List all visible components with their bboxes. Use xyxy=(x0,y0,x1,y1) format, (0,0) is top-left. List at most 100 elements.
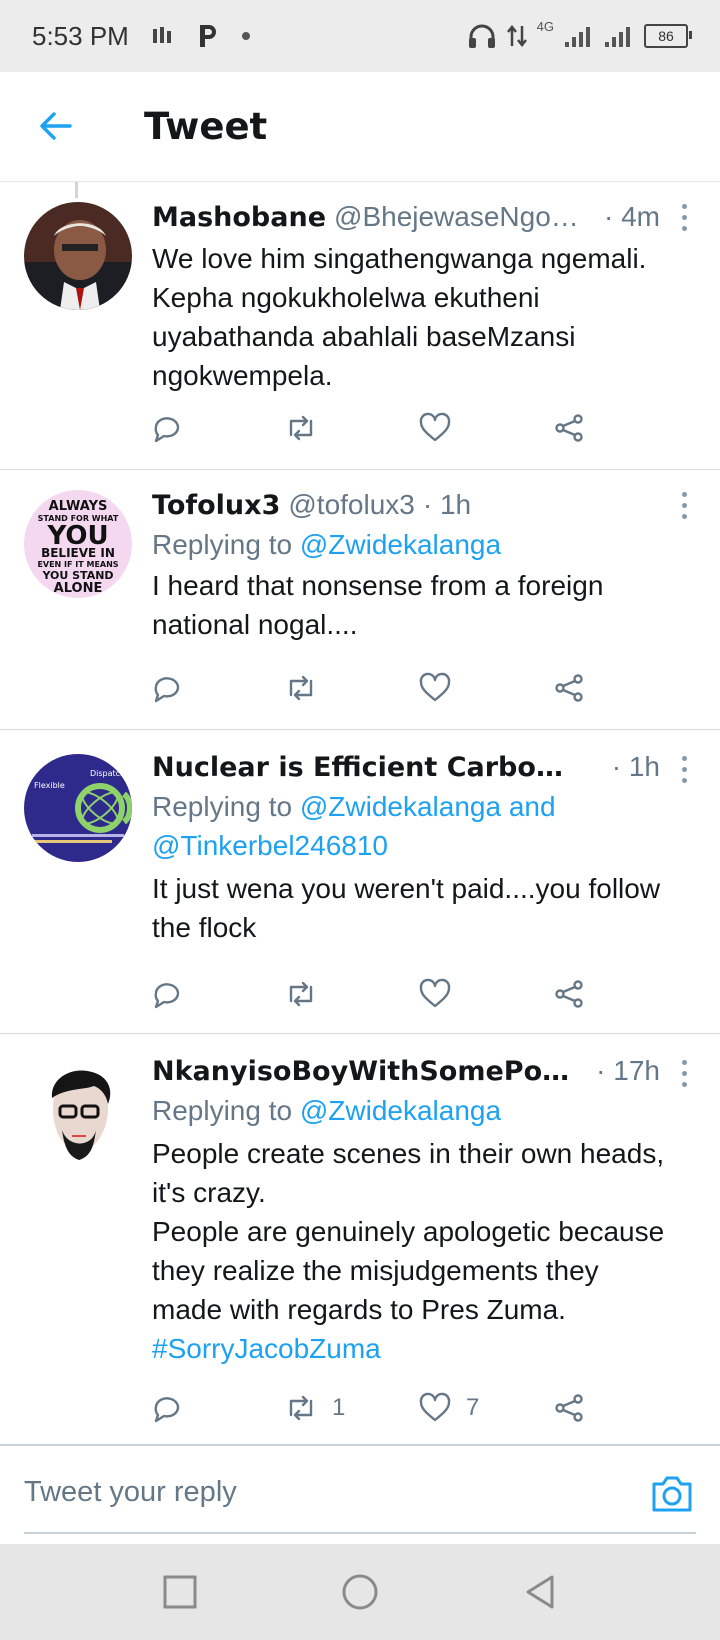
share-icon xyxy=(555,674,583,702)
reply-icon xyxy=(154,983,180,1009)
tweet-item[interactable]: ALWAYS STAND FOR WHAT YOU BELIEVE IN EVE… xyxy=(0,470,720,730)
home-icon[interactable] xyxy=(340,1572,380,1612)
tweet-text-line: uyabathanda abahlali baseMzansi xyxy=(152,321,576,352)
tweet-text-line: Kepha ngokukholelwa ekutheni xyxy=(152,282,540,313)
tweet-time: · 17h xyxy=(596,1055,660,1086)
parking-icon xyxy=(199,25,216,47)
retweet-button[interactable] xyxy=(284,670,332,706)
like-icon xyxy=(419,978,451,1008)
replying-to: Replying to @Zwidekalanga and @Tinkerbel… xyxy=(152,787,696,865)
retweet-button[interactable] xyxy=(284,410,332,446)
tweet-actions xyxy=(150,976,610,1012)
camera-icon[interactable] xyxy=(650,1474,694,1514)
retweet-icon xyxy=(289,1395,313,1421)
like-button[interactable] xyxy=(418,976,466,1012)
author-name[interactable]: Nuclear is Efficient Carbon-fre… xyxy=(152,749,582,787)
network-type: 4G xyxy=(536,18,554,34)
avatar-text: Dispatch xyxy=(90,769,125,778)
avatar-text: ALONE xyxy=(54,581,103,596)
avatar[interactable] xyxy=(24,202,132,310)
more-options-icon[interactable] xyxy=(680,204,688,234)
replying-to-label: Replying to xyxy=(152,791,293,822)
recents-icon[interactable] xyxy=(160,1572,200,1612)
tweet-text: We love him singathengwanga ngemali. Kep… xyxy=(152,239,696,395)
reply-button[interactable] xyxy=(150,1390,184,1426)
like-button[interactable] xyxy=(418,670,466,706)
like-count: 7 xyxy=(466,1394,480,1421)
mention-link[interactable]: @Tinkerbel246810 xyxy=(152,826,696,865)
tweet-text: It just wena you weren't paid....you fol… xyxy=(152,869,696,947)
share-button[interactable] xyxy=(552,670,586,706)
like-icon xyxy=(419,412,451,442)
author-name[interactable]: Mashobane xyxy=(152,199,326,237)
reply-button[interactable] xyxy=(150,976,184,1012)
tweet-actions xyxy=(150,410,610,446)
tweet-actions: 17 xyxy=(150,1390,610,1426)
tweet-text: People create scenes in their own heads,… xyxy=(152,1134,696,1368)
replying-to-label: Replying to xyxy=(152,529,293,560)
retweet-button[interactable]: 1 xyxy=(284,1390,345,1426)
avatar-text: ALWAYS xyxy=(49,499,108,514)
tweet-time: · 1h xyxy=(611,751,660,782)
hashtag-link[interactable]: #SorryJacobZuma xyxy=(152,1329,696,1368)
tweet-text-line: We love him singathengwanga ngemali. xyxy=(152,243,647,274)
tweet-text-line: People are genuinely apologetic because xyxy=(152,1216,665,1247)
tweet-text-line: the flock xyxy=(152,912,257,943)
headphones-icon xyxy=(468,24,495,48)
share-icon xyxy=(555,980,583,1008)
reply-input-placeholder[interactable]: Tweet your reply xyxy=(24,1476,237,1509)
tweet-text-line: People create scenes in their own heads, xyxy=(152,1138,665,1169)
author-name[interactable]: Tofolux3 xyxy=(152,487,280,525)
avatar[interactable] xyxy=(24,1056,132,1164)
mention-link[interactable]: @Zwidekalanga xyxy=(300,1095,501,1126)
tweet-actions xyxy=(150,670,610,706)
back-triangle-icon[interactable] xyxy=(520,1572,560,1612)
author-handle[interactable]: @BhejewaseNgo… xyxy=(334,198,579,236)
tweet-item[interactable]: Mashobane @BhejewaseNgo… · 4m We love hi… xyxy=(0,182,720,470)
more-options-icon[interactable] xyxy=(680,1060,688,1090)
avatar-text: BELIEVE IN xyxy=(41,546,115,560)
retweet-count: 1 xyxy=(332,1394,346,1421)
tweet-text-line: I heard that nonsense from a foreign xyxy=(152,570,604,601)
tweet-text-line: national nogal.... xyxy=(152,609,358,640)
tweet-text-line: ngokwempela. xyxy=(152,360,333,391)
more-options-icon[interactable] xyxy=(680,492,688,522)
tweet-item[interactable]: Flexible Dispatch Nuclear is Efficient C… xyxy=(0,730,720,1034)
mention-link[interactable]: @Zwidekalanga and xyxy=(300,791,556,822)
share-button[interactable] xyxy=(552,1390,586,1426)
page-title: Tweet xyxy=(144,105,268,148)
avatar[interactable]: Flexible Dispatch xyxy=(24,754,132,862)
sim-icon xyxy=(152,27,171,43)
share-icon xyxy=(555,414,583,442)
replying-to: Replying to @Zwidekalanga xyxy=(152,1091,696,1130)
author-handle[interactable]: @tofolux3 xyxy=(288,486,415,524)
tweet-text-line: they realize the misjudgements they xyxy=(152,1255,599,1286)
status-time: 5:53 PM xyxy=(32,20,129,51)
dot-icon xyxy=(241,32,250,40)
like-button[interactable] xyxy=(418,410,466,446)
tweet-text-line: made with regards to Pres Zuma. xyxy=(152,1294,566,1325)
share-button[interactable] xyxy=(552,410,586,446)
mention-link[interactable]: @Zwidekalanga xyxy=(300,529,501,560)
reply-button[interactable] xyxy=(150,670,184,706)
tweet-text: I heard that nonsense from a foreign nat… xyxy=(152,566,696,644)
author-name[interactable]: NkanyisoBoyWithSomePower … xyxy=(152,1053,582,1091)
system-nav-bar xyxy=(0,1544,720,1640)
more-options-icon[interactable] xyxy=(680,756,688,786)
signal-icon xyxy=(565,27,590,47)
signal-2-icon xyxy=(605,27,630,47)
reply-icon xyxy=(154,1397,180,1423)
reply-composer[interactable]: Tweet your reply xyxy=(0,1444,720,1546)
retweet-icon xyxy=(289,981,313,1007)
tweet-time: · 1h xyxy=(422,489,472,520)
avatar[interactable]: ALWAYS STAND FOR WHAT YOU BELIEVE IN EVE… xyxy=(24,490,132,598)
share-button[interactable] xyxy=(552,976,586,1012)
back-arrow-icon[interactable] xyxy=(38,108,74,144)
like-button[interactable]: 7 xyxy=(418,1390,479,1426)
reply-icon xyxy=(154,677,180,703)
reply-button[interactable] xyxy=(150,410,184,446)
tweet-text-line: it's crazy. xyxy=(152,1177,266,1208)
tweet-item[interactable]: NkanyisoBoyWithSomePower … · 17h Replyin… xyxy=(0,1034,720,1444)
top-app-bar: Tweet xyxy=(0,72,720,182)
retweet-button[interactable] xyxy=(284,976,332,1012)
